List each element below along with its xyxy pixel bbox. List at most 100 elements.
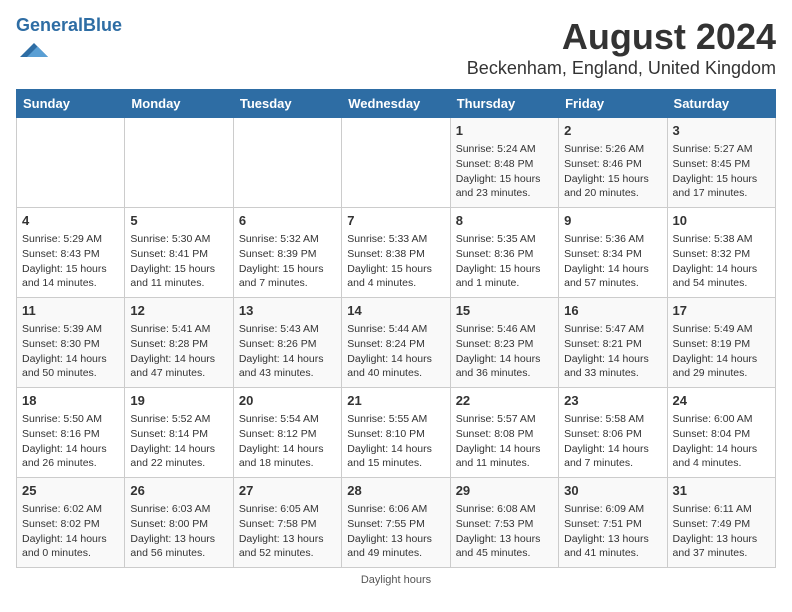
cell-4-3: 20 Sunrise: 5:54 AM Sunset: 8:12 PM Dayli… xyxy=(233,388,341,478)
cell-5-1: 25 Sunrise: 6:02 AM Sunset: 8:02 PM Dayli… xyxy=(17,478,125,568)
header-row: SundayMondayTuesdayWednesdayThursdayFrid… xyxy=(17,90,776,118)
day-info: Sunrise: 6:02 AM Sunset: 8:02 PM Dayligh… xyxy=(22,503,107,559)
cell-3-3: 13 Sunrise: 5:43 AM Sunset: 8:26 PM Dayli… xyxy=(233,298,341,388)
day-info: Sunrise: 5:49 AM Sunset: 8:19 PM Dayligh… xyxy=(673,323,758,379)
day-number: 19 xyxy=(130,392,227,410)
main-title: August 2024 xyxy=(467,16,776,58)
day-number: 13 xyxy=(239,302,336,320)
day-number: 7 xyxy=(347,212,444,230)
day-number: 30 xyxy=(564,482,661,500)
week-row-1: 1 Sunrise: 5:24 AM Sunset: 8:48 PM Daylig… xyxy=(17,118,776,208)
col-header-wednesday: Wednesday xyxy=(342,90,450,118)
cell-3-2: 12 Sunrise: 5:41 AM Sunset: 8:28 PM Dayli… xyxy=(125,298,233,388)
cell-2-7: 10Sunrise: 5:38 AM Sunset: 8:32 PM Dayli… xyxy=(667,208,775,298)
day-number: 15 xyxy=(456,302,553,320)
cell-2-6: 9Sunrise: 5:36 AM Sunset: 8:34 PM Daylig… xyxy=(559,208,667,298)
day-number: 24 xyxy=(673,392,770,410)
day-info: Sunrise: 5:47 AM Sunset: 8:21 PM Dayligh… xyxy=(564,323,649,379)
day-number: 12 xyxy=(130,302,227,320)
col-header-saturday: Saturday xyxy=(667,90,775,118)
day-info: Sunrise: 6:06 AM Sunset: 7:55 PM Dayligh… xyxy=(347,503,432,559)
day-number: 11 xyxy=(22,302,119,320)
cell-3-5: 15Sunrise: 5:46 AM Sunset: 8:23 PM Dayli… xyxy=(450,298,558,388)
day-number: 8 xyxy=(456,212,553,230)
day-info: Sunrise: 5:55 AM Sunset: 8:10 PM Dayligh… xyxy=(347,413,432,469)
cell-4-7: 24 Sunrise: 6:00 AM Sunset: 8:04 PM Dayli… xyxy=(667,388,775,478)
day-number: 14 xyxy=(347,302,444,320)
day-number: 16 xyxy=(564,302,661,320)
cell-2-4: 7 Sunrise: 5:33 AM Sunset: 8:38 PM Daylig… xyxy=(342,208,450,298)
day-info: Sunrise: 6:08 AM Sunset: 7:53 PM Dayligh… xyxy=(456,503,541,559)
day-info: Sunrise: 5:39 AM Sunset: 8:30 PM Dayligh… xyxy=(22,323,107,379)
day-number: 4 xyxy=(22,212,119,230)
day-number: 2 xyxy=(564,122,661,140)
day-info: Sunrise: 5:43 AM Sunset: 8:26 PM Dayligh… xyxy=(239,323,324,379)
day-number: 26 xyxy=(130,482,227,500)
footer-note: Daylight hours xyxy=(16,574,776,586)
day-number: 25 xyxy=(22,482,119,500)
week-row-5: 25 Sunrise: 6:02 AM Sunset: 8:02 PM Dayli… xyxy=(17,478,776,568)
day-info: Sunrise: 5:27 AM Sunset: 8:45 PM Dayligh… xyxy=(673,143,758,199)
cell-4-4: 21 Sunrise: 5:55 AM Sunset: 8:10 PM Dayli… xyxy=(342,388,450,478)
day-number: 27 xyxy=(239,482,336,500)
week-row-2: 4 Sunrise: 5:29 AM Sunset: 8:43 PM Daylig… xyxy=(17,208,776,298)
week-row-3: 11 Sunrise: 5:39 AM Sunset: 8:30 PM Dayli… xyxy=(17,298,776,388)
cell-2-3: 6Sunrise: 5:32 AM Sunset: 8:39 PM Daylig… xyxy=(233,208,341,298)
cell-1-1 xyxy=(17,118,125,208)
day-info: Sunrise: 6:00 AM Sunset: 8:04 PM Dayligh… xyxy=(673,413,758,469)
day-number: 28 xyxy=(347,482,444,500)
cell-3-6: 16 Sunrise: 5:47 AM Sunset: 8:21 PM Dayli… xyxy=(559,298,667,388)
cell-4-2: 19 Sunrise: 5:52 AM Sunset: 8:14 PM Dayli… xyxy=(125,388,233,478)
day-info: Sunrise: 5:54 AM Sunset: 8:12 PM Dayligh… xyxy=(239,413,324,469)
cell-5-3: 27 Sunrise: 6:05 AM Sunset: 7:58 PM Dayli… xyxy=(233,478,341,568)
logo-icon xyxy=(20,36,48,64)
day-info: Sunrise: 5:26 AM Sunset: 8:46 PM Dayligh… xyxy=(564,143,649,199)
cell-2-1: 4 Sunrise: 5:29 AM Sunset: 8:43 PM Daylig… xyxy=(17,208,125,298)
cell-4-1: 18 Sunrise: 5:50 AM Sunset: 8:16 PM Dayli… xyxy=(17,388,125,478)
day-info: Sunrise: 5:57 AM Sunset: 8:08 PM Dayligh… xyxy=(456,413,541,469)
col-header-sunday: Sunday xyxy=(17,90,125,118)
subtitle: Beckenham, England, United Kingdom xyxy=(467,58,776,79)
cell-5-5: 29 Sunrise: 6:08 AM Sunset: 7:53 PM Dayli… xyxy=(450,478,558,568)
header: GeneralBlue August 2024 Beckenham, Engla… xyxy=(16,16,776,79)
col-header-friday: Friday xyxy=(559,90,667,118)
cell-1-2 xyxy=(125,118,233,208)
day-number: 20 xyxy=(239,392,336,410)
day-info: Sunrise: 5:29 AM Sunset: 8:43 PM Dayligh… xyxy=(22,233,107,289)
cell-5-6: 30 Sunrise: 6:09 AM Sunset: 7:51 PM Dayli… xyxy=(559,478,667,568)
day-number: 3 xyxy=(673,122,770,140)
cell-1-6: 2 Sunrise: 5:26 AM Sunset: 8:46 PM Daylig… xyxy=(559,118,667,208)
cell-4-6: 23Sunrise: 5:58 AM Sunset: 8:06 PM Dayli… xyxy=(559,388,667,478)
cell-5-2: 26Sunrise: 6:03 AM Sunset: 8:00 PM Dayli… xyxy=(125,478,233,568)
logo-blue: Blue xyxy=(83,15,122,35)
day-info: Sunrise: 5:33 AM Sunset: 8:38 PM Dayligh… xyxy=(347,233,432,289)
week-row-4: 18 Sunrise: 5:50 AM Sunset: 8:16 PM Dayli… xyxy=(17,388,776,478)
day-info: Sunrise: 6:05 AM Sunset: 7:58 PM Dayligh… xyxy=(239,503,324,559)
day-number: 22 xyxy=(456,392,553,410)
cell-3-4: 14Sunrise: 5:44 AM Sunset: 8:24 PM Dayli… xyxy=(342,298,450,388)
title-block: August 2024 Beckenham, England, United K… xyxy=(467,16,776,79)
cell-1-5: 1 Sunrise: 5:24 AM Sunset: 8:48 PM Daylig… xyxy=(450,118,558,208)
day-number: 29 xyxy=(456,482,553,500)
day-info: Sunrise: 5:36 AM Sunset: 8:34 PM Dayligh… xyxy=(564,233,649,289)
col-header-tuesday: Tuesday xyxy=(233,90,341,118)
cell-5-7: 31Sunrise: 6:11 AM Sunset: 7:49 PM Dayli… xyxy=(667,478,775,568)
cell-4-5: 22 Sunrise: 5:57 AM Sunset: 8:08 PM Dayli… xyxy=(450,388,558,478)
day-info: Sunrise: 5:50 AM Sunset: 8:16 PM Dayligh… xyxy=(22,413,107,469)
day-info: Sunrise: 5:35 AM Sunset: 8:36 PM Dayligh… xyxy=(456,233,541,289)
day-info: Sunrise: 5:24 AM Sunset: 8:48 PM Dayligh… xyxy=(456,143,541,199)
calendar-table: SundayMondayTuesdayWednesdayThursdayFrid… xyxy=(16,89,776,568)
cell-3-7: 17 Sunrise: 5:49 AM Sunset: 8:19 PM Dayli… xyxy=(667,298,775,388)
day-info: Sunrise: 6:09 AM Sunset: 7:51 PM Dayligh… xyxy=(564,503,649,559)
cell-1-7: 3 Sunrise: 5:27 AM Sunset: 8:45 PM Daylig… xyxy=(667,118,775,208)
day-number: 21 xyxy=(347,392,444,410)
day-number: 18 xyxy=(22,392,119,410)
day-info: Sunrise: 5:52 AM Sunset: 8:14 PM Dayligh… xyxy=(130,413,215,469)
day-number: 17 xyxy=(673,302,770,320)
day-info: Sunrise: 5:41 AM Sunset: 8:28 PM Dayligh… xyxy=(130,323,215,379)
day-number: 1 xyxy=(456,122,553,140)
day-number: 6 xyxy=(239,212,336,230)
logo: GeneralBlue xyxy=(16,16,122,69)
day-info: Sunrise: 5:38 AM Sunset: 8:32 PM Dayligh… xyxy=(673,233,758,289)
cell-1-4 xyxy=(342,118,450,208)
